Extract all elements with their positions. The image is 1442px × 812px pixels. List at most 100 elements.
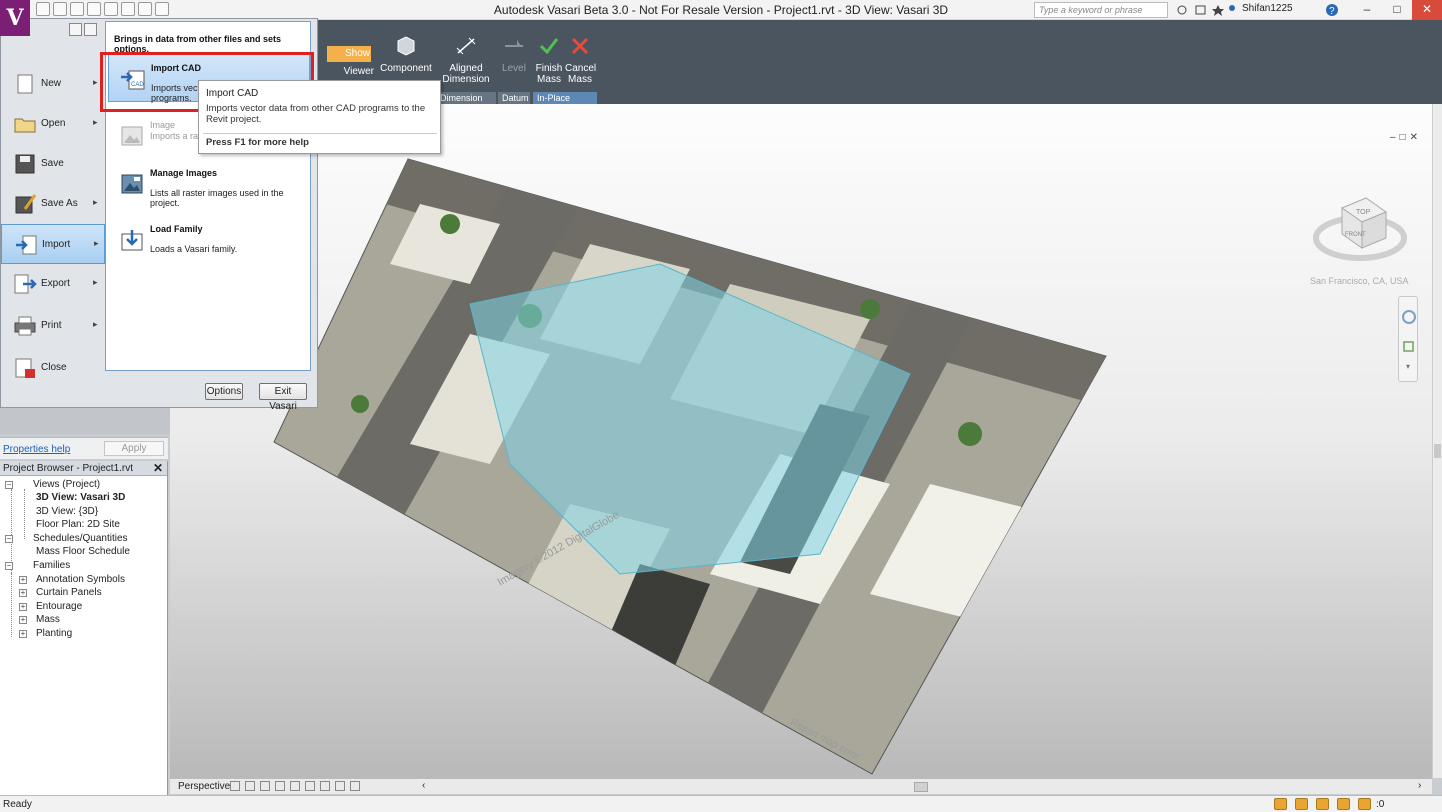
recent-documents-icon[interactable]: [69, 23, 82, 36]
collapse-toggle[interactable]: −: [5, 535, 13, 543]
crop-view-icon[interactable]: [275, 781, 285, 791]
design-options-icon[interactable]: [1295, 798, 1308, 810]
import-cad-tooltip: Import CAD Imports vector data from othe…: [198, 80, 441, 154]
undo-icon[interactable]: [70, 2, 84, 16]
lock-view-icon[interactable]: [305, 781, 315, 791]
select-pinned-icon[interactable]: [1358, 798, 1371, 810]
location-label[interactable]: San Francisco, CA, USA: [1310, 276, 1409, 286]
sync-icon[interactable]: [104, 2, 118, 16]
tree-item-curtain-panels[interactable]: Curtain Panels: [36, 587, 102, 598]
submenu-item-desc: Lists all raster images used in the proj…: [150, 188, 284, 208]
select-links-icon[interactable]: [1316, 798, 1329, 810]
customize-toolbar-icon[interactable]: [155, 2, 169, 16]
shadows-icon[interactable]: [260, 781, 270, 791]
redo-icon[interactable]: [87, 2, 101, 16]
open-documents-icon[interactable]: [84, 23, 97, 36]
site-map-canvas[interactable]: Imagery ©2012 DigitalGlobe Report map er…: [170, 104, 1432, 778]
view-mode-label[interactable]: Perspective: [178, 781, 230, 792]
window-switch-icon[interactable]: [138, 2, 152, 16]
tree-item-views[interactable]: Views (Project): [33, 479, 100, 490]
expand-toggle[interactable]: +: [19, 630, 27, 638]
cancel-x-icon: [571, 37, 589, 55]
expand-toggle[interactable]: +: [19, 616, 27, 624]
navbar-icons[interactable]: ▾: [1399, 297, 1419, 383]
menu-item-save-as[interactable]: Save As ▸: [1, 184, 105, 224]
exit-vasari-button[interactable]: Exit Vasari: [259, 383, 307, 412]
save-as-icon: [15, 194, 37, 214]
close-file-icon: [15, 358, 35, 378]
tree-line: [11, 573, 12, 637]
menu-item-import[interactable]: Import ▸: [1, 224, 105, 264]
vertical-scrollbar[interactable]: [1432, 104, 1442, 778]
scroll-right-icon[interactable]: ›: [1418, 780, 1421, 791]
save-icon[interactable]: [53, 2, 67, 16]
menu-item-open[interactable]: Open ▸: [1, 104, 105, 144]
select-underlay-icon[interactable]: [1337, 798, 1350, 810]
horizontal-scroll-thumb[interactable]: [914, 782, 928, 792]
menu-item-label: Import: [42, 239, 71, 250]
tree-item-families[interactable]: Families: [33, 560, 70, 571]
expand-toggle[interactable]: +: [19, 589, 27, 597]
maximize-button[interactable]: □: [1382, 0, 1412, 20]
menu-item-new[interactable]: New ▸: [1, 64, 105, 104]
help-search-input[interactable]: Type a keyword or phrase: [1034, 2, 1168, 18]
help-icon[interactable]: ?: [1324, 2, 1348, 18]
tooltip-help: Press F1 for more help: [206, 137, 309, 148]
menu-item-print[interactable]: Print ▸: [1, 306, 105, 346]
submenu-item-load-family[interactable]: Load Family Loads a Vasari family.: [108, 216, 310, 264]
tree-item-mass[interactable]: Mass: [36, 614, 60, 625]
cancel-mass-button[interactable]: Cancel Mass: [565, 36, 596, 85]
sun-path-icon[interactable]: [245, 781, 255, 791]
tree-item-annotation-symbols[interactable]: Annotation Symbols: [36, 574, 125, 585]
tree-item-entourage[interactable]: Entourage: [36, 601, 82, 612]
viewcube[interactable]: TOP FRONT: [1312, 184, 1408, 270]
analysis-display-icon[interactable]: [350, 781, 360, 791]
scroll-left-icon[interactable]: ‹: [422, 780, 425, 791]
application-menu-button[interactable]: V: [0, 0, 30, 36]
tree-item-3d-default[interactable]: 3D View: {3D}: [36, 506, 98, 517]
aligned-dimension-button[interactable]: Aligned Dimension: [440, 36, 492, 85]
tree-item-floor-plan[interactable]: Floor Plan: 2D Site: [36, 519, 120, 530]
filter-count[interactable]: :0: [1376, 799, 1384, 810]
menu-item-save[interactable]: Save: [1, 144, 105, 184]
apply-button[interactable]: Apply: [104, 441, 164, 456]
submenu-item-manage-images[interactable]: Manage Images Lists all raster images us…: [108, 160, 310, 208]
temp-hide-icon[interactable]: [320, 781, 330, 791]
infocenter-icons[interactable]: [1176, 3, 1236, 17]
expand-toggle[interactable]: +: [19, 603, 27, 611]
tooltip-divider: [203, 133, 437, 134]
reveal-hidden-icon[interactable]: [335, 781, 345, 791]
viewer-button[interactable]: Viewer: [328, 66, 374, 77]
collapse-toggle[interactable]: −: [5, 562, 13, 570]
finish-mass-button[interactable]: Finish Mass: [534, 36, 564, 85]
component-button[interactable]: Component: [380, 36, 432, 74]
project-browser-title: Project Browser - Project1.rvt: [3, 463, 134, 474]
open-folder-icon: [14, 118, 36, 133]
open-icon[interactable]: [36, 2, 50, 16]
3d-viewport[interactable]: –□✕ Imagery ©2012 DigitalGlobe Report ma…: [170, 104, 1432, 778]
minimize-button[interactable]: –: [1352, 0, 1382, 20]
tree-item-mass-floor-schedule[interactable]: Mass Floor Schedule: [36, 546, 130, 557]
close-window-button[interactable]: ✕: [1412, 0, 1442, 20]
tree-line: [11, 489, 12, 573]
close-browser-button[interactable]: ✕: [153, 461, 163, 475]
measure-icon[interactable]: [121, 2, 135, 16]
collapse-toggle[interactable]: −: [5, 481, 13, 489]
worksets-icon[interactable]: [1274, 798, 1287, 810]
menu-item-export[interactable]: Export ▸: [1, 264, 105, 304]
navigation-bar[interactable]: ▾: [1398, 296, 1418, 382]
tree-item-3d-vasari[interactable]: 3D View: Vasari 3D: [36, 492, 125, 503]
menu-item-close[interactable]: Close: [1, 348, 105, 388]
vertical-scroll-thumb[interactable]: [1434, 444, 1441, 458]
options-button[interactable]: Options: [205, 383, 243, 400]
properties-help-link[interactable]: Properties help: [3, 444, 70, 455]
show-button[interactable]: Show: [327, 46, 371, 62]
user-account[interactable]: Shifan1225: [1242, 3, 1293, 14]
tree-item-schedules[interactable]: Schedules/Quantities: [33, 533, 128, 544]
show-crop-icon[interactable]: [290, 781, 300, 791]
menu-item-label: Close: [41, 362, 67, 373]
svg-text:?: ?: [1329, 6, 1335, 17]
visual-style-icon[interactable]: [230, 781, 240, 791]
expand-toggle[interactable]: +: [19, 576, 27, 584]
tree-item-planting[interactable]: Planting: [36, 628, 72, 639]
